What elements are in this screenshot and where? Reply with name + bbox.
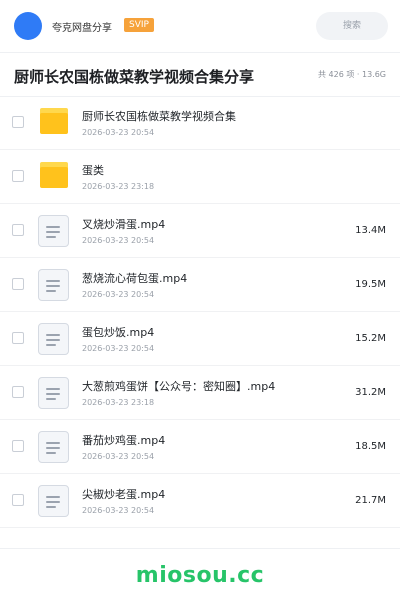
file-date: 2026-03-23 23:18 [82, 182, 155, 191]
row-checkbox[interactable] [12, 116, 24, 128]
svip-badge: SVIP [124, 18, 154, 32]
page-title: 厨师长农国栋做菜教学视频合集分享 [14, 68, 255, 86]
row-checkbox[interactable] [12, 170, 24, 182]
file-date: 2026-03-23 20:54 [82, 506, 155, 515]
document-icon [38, 323, 70, 355]
row-checkbox[interactable] [12, 278, 24, 290]
file-name: 厨师长农国栋做菜教学视频合集 [82, 110, 236, 123]
file-row[interactable]: 厨师长农国栋做菜教学视频合集 2026-03-23 20:54 [0, 96, 400, 150]
file-name: 大葱煎鸡蛋饼【公众号：密知圈】.mp4 [82, 380, 276, 393]
file-row[interactable]: 葱烧流心荷包蛋.mp4 2026-03-23 20:54 19.5M [0, 258, 400, 312]
brand-label: 夸克网盘分享 [52, 23, 112, 34]
file-name: 番茄炒鸡蛋.mp4 [82, 434, 166, 447]
file-size: 31.2M [355, 387, 386, 398]
file-date: 2026-03-23 20:54 [82, 344, 155, 353]
file-name: 葱烧流心荷包蛋.mp4 [82, 272, 188, 285]
file-row[interactable]: 叉烧炒滑蛋.mp4 2026-03-23 20:54 13.4M [0, 204, 400, 258]
file-row[interactable]: 尖椒炒老蛋.mp4 2026-03-23 20:54 21.7M [0, 474, 400, 528]
file-date: 2026-03-23 20:54 [82, 128, 155, 137]
file-row[interactable]: 蛋类 2026-03-23 23:18 [0, 150, 400, 204]
file-size: 19.5M [355, 279, 386, 290]
footer: miosou.cc [0, 548, 400, 601]
document-icon [38, 269, 70, 301]
file-name: 叉烧炒滑蛋.mp4 [82, 218, 166, 231]
file-date: 2026-03-23 20:54 [82, 236, 155, 245]
file-size: 18.5M [355, 441, 386, 452]
avatar[interactable] [14, 12, 42, 40]
document-icon [38, 215, 70, 247]
row-checkbox[interactable] [12, 494, 24, 506]
folder-icon [38, 161, 70, 193]
row-checkbox[interactable] [12, 440, 24, 452]
share-meta: 共 426 项 · 13.6G [318, 70, 386, 79]
row-checkbox[interactable] [12, 386, 24, 398]
file-date: 2026-03-23 20:54 [82, 452, 155, 461]
share-title-bar: 厨师长农国栋做菜教学视频合集分享 共 426 项 · 13.6G [0, 52, 400, 97]
file-name: 蛋包炒饭.mp4 [82, 326, 155, 339]
document-icon [38, 485, 70, 517]
file-size: 13.4M [355, 225, 386, 236]
top-bar: 夸克网盘分享 SVIP [0, 0, 400, 53]
file-name: 蛋类 [82, 164, 104, 177]
file-date: 2026-03-23 20:54 [82, 290, 155, 299]
row-checkbox[interactable] [12, 224, 24, 236]
site-watermark: miosou.cc [135, 563, 265, 588]
file-size: 15.2M [355, 333, 386, 344]
file-size: 21.7M [355, 495, 386, 506]
folder-icon [38, 107, 70, 139]
file-date: 2026-03-23 23:18 [82, 398, 155, 407]
row-checkbox[interactable] [12, 332, 24, 344]
document-icon [38, 377, 70, 409]
file-name: 尖椒炒老蛋.mp4 [82, 488, 166, 501]
file-list: 厨师长农国栋做菜教学视频合集 2026-03-23 20:54 蛋类 2026-… [0, 96, 400, 528]
file-row[interactable]: 蛋包炒饭.mp4 2026-03-23 20:54 15.2M [0, 312, 400, 366]
file-row[interactable]: 番茄炒鸡蛋.mp4 2026-03-23 20:54 18.5M [0, 420, 400, 474]
file-row[interactable]: 大葱煎鸡蛋饼【公众号：密知圈】.mp4 2026-03-23 23:18 31.… [0, 366, 400, 420]
search-input[interactable] [316, 12, 388, 40]
document-icon [38, 431, 70, 463]
